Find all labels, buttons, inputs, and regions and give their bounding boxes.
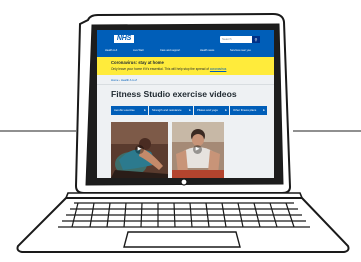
divider: [97, 84, 274, 85]
nhs-logo[interactable]: NHS: [114, 35, 134, 43]
tab-label: Pilates and yoga: [197, 108, 218, 112]
arrow-right-icon: ▸: [225, 108, 227, 112]
play-icon[interactable]: ▶: [135, 145, 144, 154]
coronavirus-alert-banner: Coronavirus: stay at home Only leave you…: [97, 57, 274, 75]
webcam-icon: [180, 178, 188, 186]
trackpad: [123, 231, 241, 248]
alert-title: Coronavirus: stay at home: [111, 60, 164, 65]
arrow-right-icon: ▸: [144, 108, 146, 112]
arrow-right-icon: ▸: [263, 108, 265, 112]
video-thumbnail-aerobic[interactable]: ▶: [111, 122, 168, 178]
breadcrumb-item-home[interactable]: Home: [111, 78, 118, 82]
play-icon[interactable]: ▶: [193, 145, 202, 154]
breadcrumb-item-health-a-to-z[interactable]: Health A to Z: [121, 78, 137, 82]
laptop-screen: NHS Search ⚲ Health A-Z Live Well Care a…: [97, 30, 274, 178]
search-icon[interactable]: ⚲: [252, 36, 260, 43]
nav-item-live-well[interactable]: Live Well: [133, 48, 143, 53]
nav-item-care-and-support[interactable]: Care and support: [160, 48, 180, 53]
search-input[interactable]: Search ⚲: [220, 36, 260, 43]
alert-link[interactable]: coronavirus: [210, 67, 226, 71]
breadcrumb: Home › Health A to Z: [111, 78, 137, 82]
alert-body-text: Only leave your home if it's essential. …: [111, 67, 209, 71]
tab-label: Other fitness plans: [233, 108, 257, 112]
nav-item-health-a-z[interactable]: Health A-Z: [105, 48, 117, 53]
tab-strength-and-resistance[interactable]: Strength and resistance ▸: [149, 106, 193, 115]
tab-other-fitness-plans[interactable]: Other fitness plans ▸: [230, 106, 267, 115]
nav-item-services-near-you[interactable]: Services near you: [230, 48, 251, 53]
nhs-header: NHS Search ⚲ Health A-Z Live Well Care a…: [97, 30, 274, 57]
primary-nav: Health A-Z Live Well Care and support He…: [105, 48, 270, 53]
tab-label: Strength and resistance: [152, 108, 182, 112]
nav-item-health-news[interactable]: Health news: [200, 48, 214, 53]
category-tabs: Aerobic exercise ▸ Strength and resistan…: [111, 106, 267, 115]
tab-label: Aerobic exercise: [114, 108, 135, 112]
search-placeholder: Search: [222, 37, 232, 41]
video-thumbnail-strength[interactable]: ▶: [172, 122, 224, 178]
alert-body: Only leave your home if it's essential. …: [111, 67, 226, 71]
arrow-right-icon: ▸: [189, 108, 191, 112]
tab-aerobic-exercise[interactable]: Aerobic exercise ▸: [111, 106, 148, 115]
page-title: Fitness Studio exercise videos: [111, 89, 237, 99]
tab-pilates-and-yoga[interactable]: Pilates and yoga ▸: [194, 106, 229, 115]
